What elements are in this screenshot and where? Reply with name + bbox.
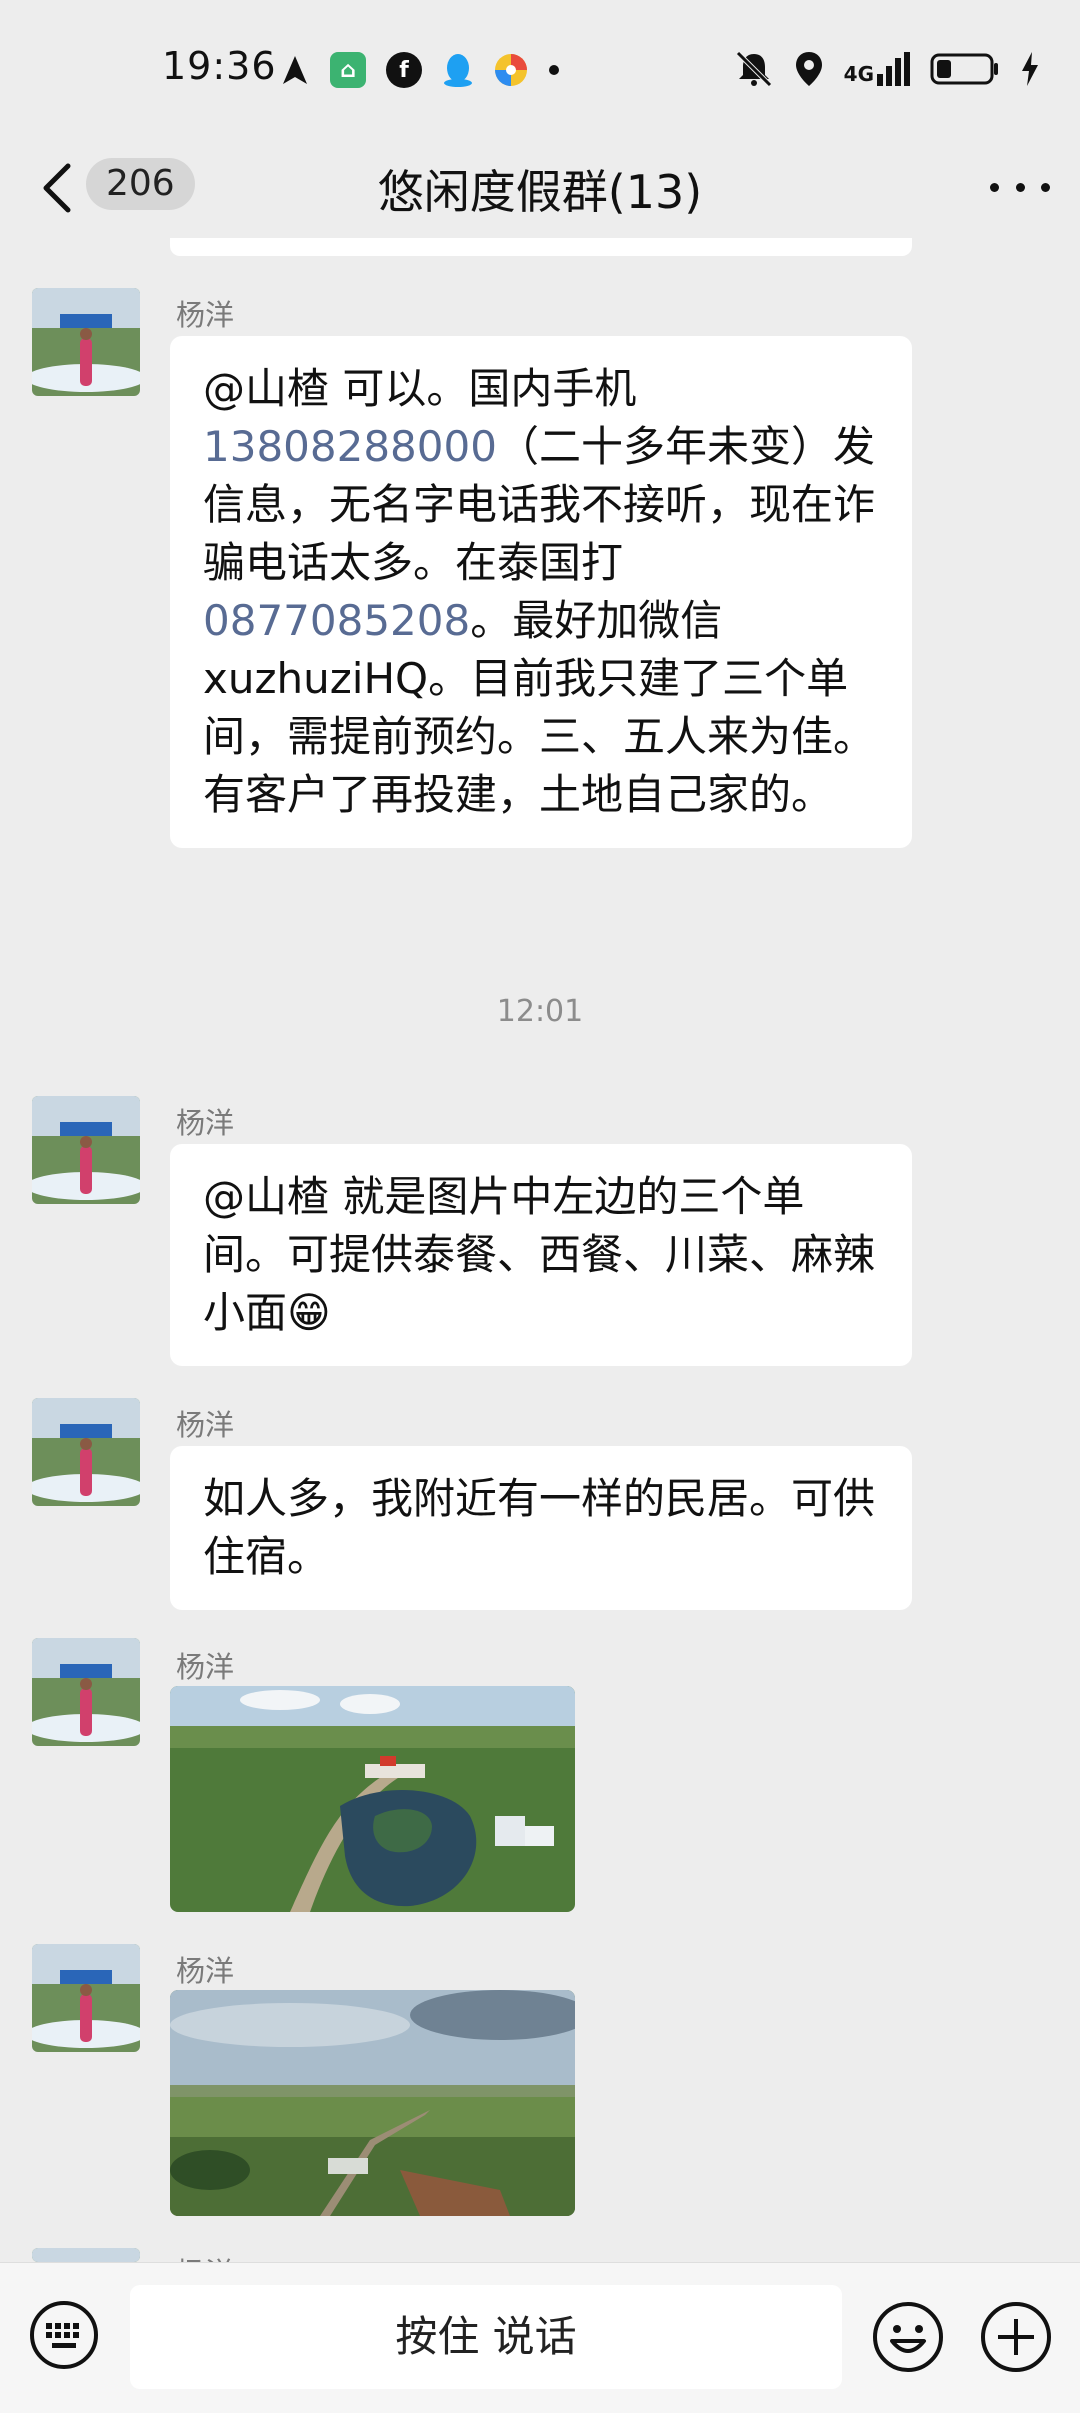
- mute-bell-icon: [735, 51, 772, 87]
- avatar[interactable]: [32, 2248, 140, 2262]
- sender-name: 杨洋: [176, 1408, 235, 1442]
- message-text: 如人多，我附近有一样的民居。可供住宿。: [203, 1474, 876, 1581]
- hold-to-talk-button[interactable]: 按住 说话: [130, 2285, 842, 2389]
- chat-title: 悠闲度假群(13): [377, 165, 703, 219]
- message-bubble[interactable]: 如人多，我附近有一样的民居。可供住宿。: [170, 1446, 912, 1610]
- sender-name: 杨洋: [176, 1650, 235, 1684]
- system-status-icons: 4G: [734, 50, 1040, 88]
- pinwheel-app-icon: [495, 54, 527, 86]
- signal-icon: 4G: [844, 52, 910, 86]
- qq-icon: [444, 54, 472, 87]
- location-pin-icon: [795, 52, 822, 86]
- avatar[interactable]: [32, 288, 140, 396]
- input-bar: 按住 说话: [0, 2262, 1080, 2413]
- status-time: 19:36: [162, 44, 277, 88]
- status-bar: 19:36 ⌂ f 4G: [0, 0, 1080, 140]
- sender-name: 杨洋: [176, 1106, 235, 1140]
- image-message-landscape[interactable]: [170, 1990, 575, 2216]
- plus-icon[interactable]: [978, 2299, 1054, 2375]
- navigation-arrow-icon: [283, 56, 307, 84]
- chat-header: 206 悠闲度假群(13): [0, 140, 1080, 250]
- image-message-pond[interactable]: [170, 1686, 575, 1912]
- avatar[interactable]: [32, 1096, 140, 1204]
- more-options-icon[interactable]: [990, 162, 1050, 212]
- avatar[interactable]: [32, 1398, 140, 1506]
- chat-timestamp: 12:01: [496, 994, 584, 1029]
- sender-name: 杨洋: [176, 298, 235, 332]
- sender-name: 杨洋: [176, 2250, 234, 2262]
- message-bubble[interactable]: @山楂 就是图片中左边的三个单间。可提供泰餐、西餐、川菜、麻辣小面😁: [170, 1144, 912, 1366]
- avatar[interactable]: [32, 1944, 140, 2052]
- phone-link[interactable]: 0877085208: [203, 596, 470, 645]
- more-notifications-dot-icon: [549, 65, 559, 75]
- facebook-icon: f: [386, 52, 422, 88]
- message-text: @山楂 可以。国内手机: [203, 364, 637, 413]
- message-bubble[interactable]: @山楂 可以。国内手机 13808288000（二十多年未变）发信息，无名字电话我…: [170, 336, 912, 848]
- network-type: 4G: [843, 62, 874, 86]
- charging-bolt-icon: [1022, 52, 1038, 86]
- previous-message-bubble: [170, 238, 912, 256]
- sender-name: 杨洋: [176, 1954, 235, 1988]
- phone-link[interactable]: 13808288000: [203, 422, 497, 471]
- emoji-icon[interactable]: [870, 2299, 946, 2375]
- keyboard-icon[interactable]: [28, 2299, 100, 2371]
- avatar[interactable]: [32, 1638, 140, 1746]
- notification-icons: ⌂ f: [280, 52, 560, 88]
- message-text: @山楂 就是图片中左边的三个单间。可提供泰餐、西餐、川菜、麻辣小面😁: [203, 1172, 876, 1337]
- battery-icon: [930, 53, 998, 85]
- green-app-icon: ⌂: [330, 52, 366, 88]
